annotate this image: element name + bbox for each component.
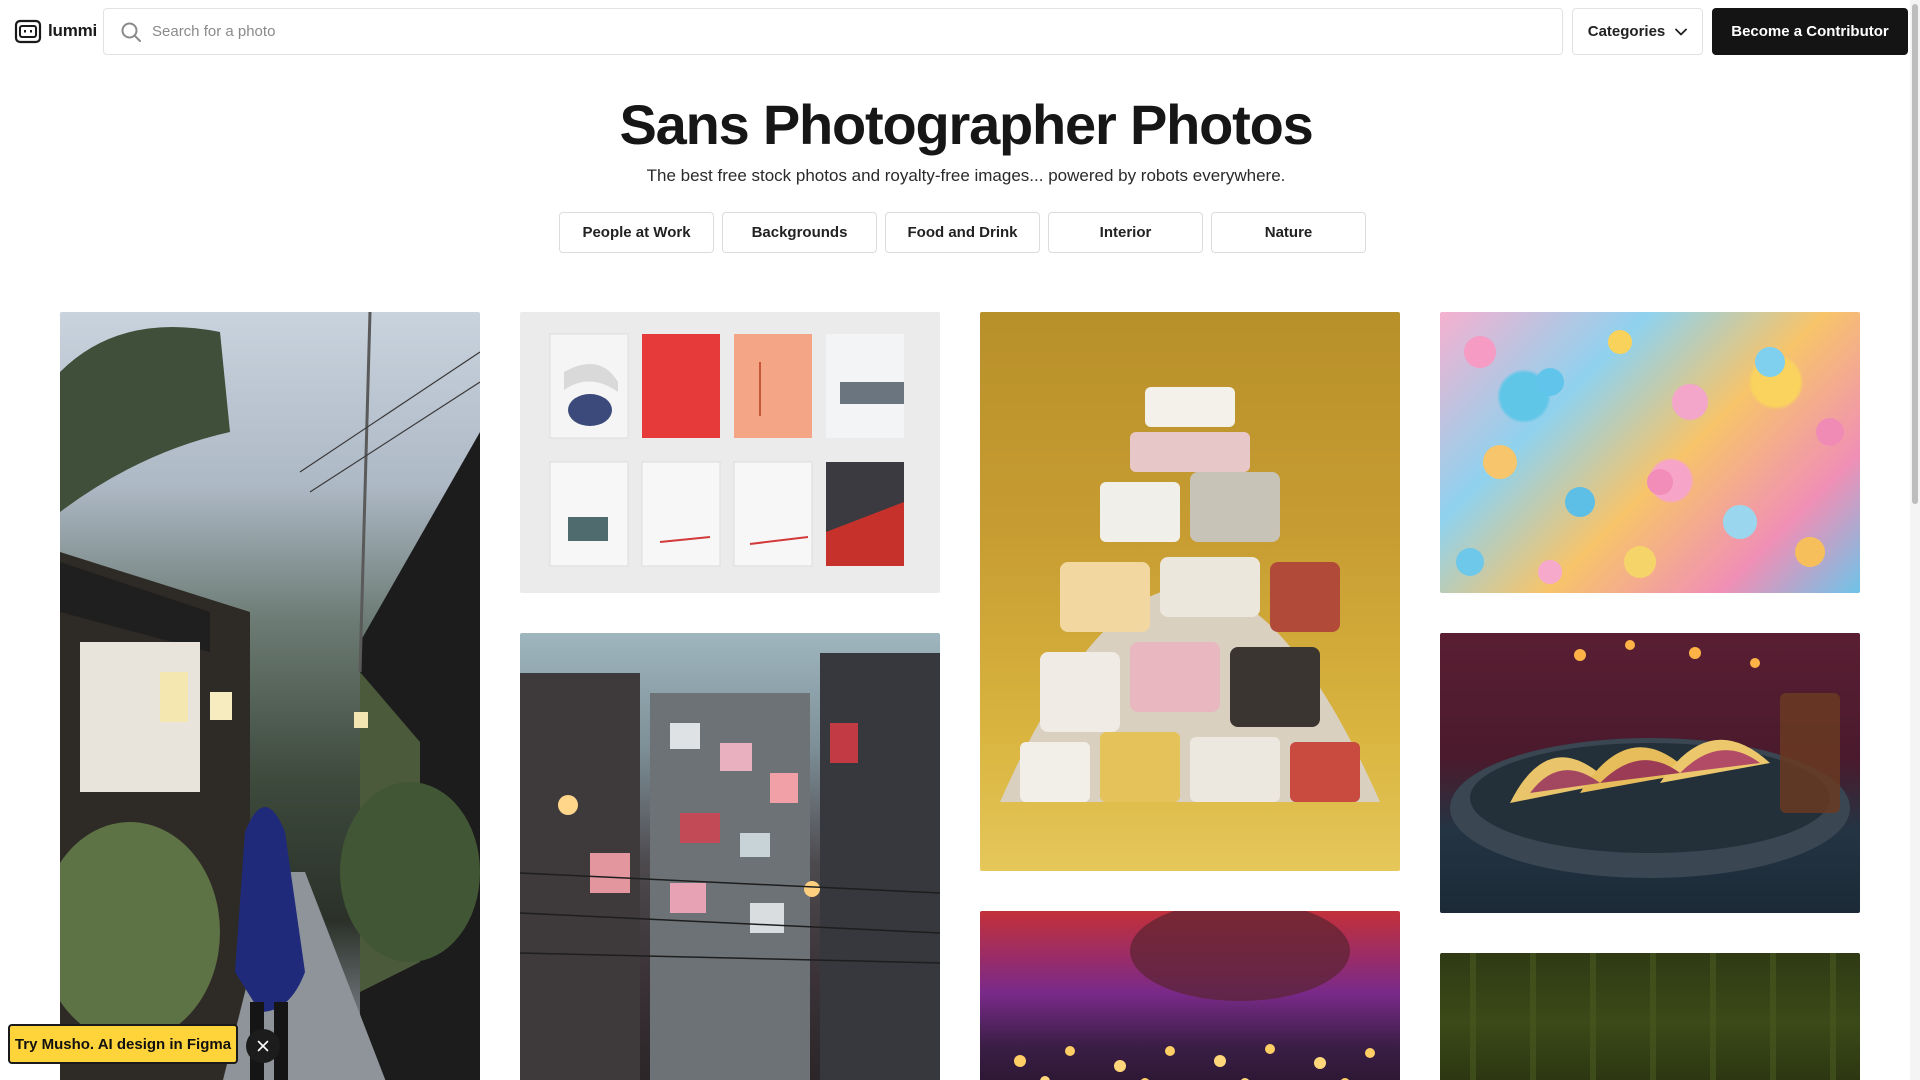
photo-card[interactable] [520,312,940,593]
photo-card[interactable] [1440,312,1860,593]
photo-tacos-on-plate [1450,640,1850,878]
chevron-down-icon [1675,28,1688,35]
page-title: Sans Photographer Photos [619,93,1313,156]
robot-face-icon [14,19,42,44]
logo[interactable]: lummi [14,18,97,44]
chip-people-at-work[interactable]: People at Work [559,212,714,253]
photo-card[interactable] [980,911,1400,1080]
photo-card[interactable] [1440,953,1860,1080]
photo-card[interactable] [1440,633,1860,913]
photo-rainy-japanese-alley [60,312,480,1080]
category-chips: People at Work Backgrounds Food and Drin… [559,212,1366,253]
promo-close-button[interactable] [246,1029,280,1063]
chip-nature[interactable]: Nature [1211,212,1366,253]
become-contributor-button[interactable]: Become a Contributor [1712,8,1908,55]
top-navigation: lummi Categories Become a Contributor [0,0,1920,64]
scrollbar-thumb[interactable] [1912,4,1918,504]
chip-interior[interactable]: Interior [1048,212,1203,253]
page-subtitle: The best free stock photos and royalty-f… [646,166,1286,185]
chip-food-and-drink[interactable]: Food and Drink [885,212,1040,253]
photo-card[interactable] [520,633,940,1080]
photo-candles [1014,911,1375,1080]
chip-backgrounds[interactable]: Backgrounds [722,212,877,253]
photo-card[interactable] [60,312,480,1080]
close-icon [257,1040,269,1052]
logo-text: lummi [48,21,98,40]
categories-label: Categories [1587,23,1666,40]
search-bar[interactable] [103,8,1563,55]
photo-book-covers [549,333,904,567]
musho-promo-button[interactable]: Try Musho. AI design in Figma [8,1024,238,1064]
photo-pastel-confetti [1456,330,1844,584]
photo-green-curtain [1470,953,1836,1080]
search-icon [121,22,141,42]
search-input[interactable] [152,9,1532,54]
categories-dropdown[interactable]: Categories [1572,8,1703,55]
photo-card[interactable] [980,312,1400,871]
page-scrollbar[interactable] [1910,0,1920,1080]
photo-cluttered-city-buildings [520,653,940,1080]
photo-pill-bottle-pile [1000,387,1380,802]
